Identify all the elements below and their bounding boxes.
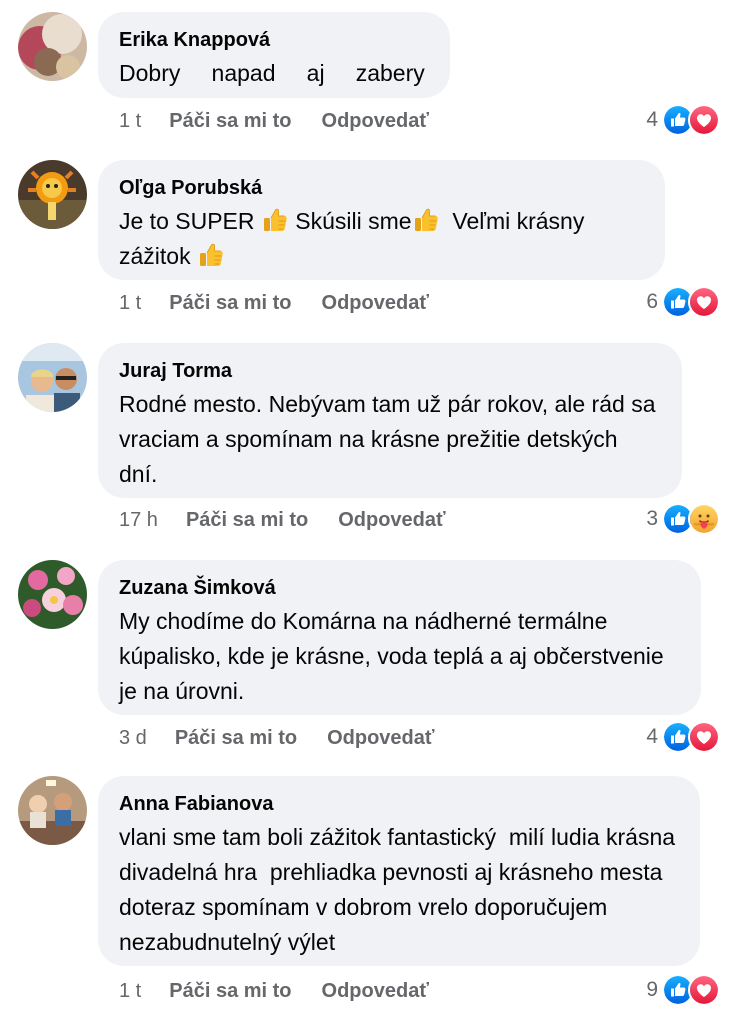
comment-bubble: Erika Knappová Dobry napad aj zabery	[98, 12, 450, 98]
comment-time[interactable]: 1 t	[119, 109, 141, 133]
comment-actions: 1 t Páči sa mi to Odpovedať	[119, 979, 429, 1003]
avatar[interactable]	[18, 560, 87, 629]
love-icon	[688, 286, 720, 318]
comment-actions: 3 d Páči sa mi to Odpovedať	[119, 726, 434, 750]
comment-author[interactable]: Oľga Porubská	[119, 176, 643, 200]
love-icon	[688, 721, 720, 753]
comment-author[interactable]: Erika Knappová	[119, 28, 428, 52]
avatar[interactable]	[18, 12, 87, 81]
reaction-count: 4	[646, 725, 658, 748]
avatar[interactable]	[18, 776, 87, 845]
love-icon	[688, 974, 720, 1006]
like-button[interactable]: Páči sa mi to	[169, 979, 291, 1003]
comment-time[interactable]: 1 t	[119, 291, 141, 315]
comment-text: Rodné mesto. Nebývam tam už pár rokov, a…	[119, 391, 662, 487]
care-icon	[688, 503, 720, 535]
reaction-summary[interactable]: 4	[646, 721, 720, 753]
comment-time[interactable]: 3 d	[119, 726, 147, 750]
avatar[interactable]	[18, 160, 87, 229]
comment-bubble: Anna Fabianova vlani sme tam boli zážito…	[98, 776, 700, 966]
comment-text-part: Skúsili sme	[288, 208, 412, 234]
reaction-summary[interactable]: 4	[646, 104, 720, 136]
comment-bubble: Oľga Porubská Je to SUPER Skúsili sme Ve…	[98, 160, 665, 280]
comment-time[interactable]: 1 t	[119, 979, 141, 1003]
reaction-count: 3	[646, 507, 658, 530]
avatar[interactable]	[18, 343, 87, 412]
comment-author[interactable]: Anna Fabianova	[119, 792, 678, 816]
thumbs-up-emoji-icon	[197, 241, 225, 269]
reply-button[interactable]: Odpovedať	[322, 109, 429, 133]
reaction-summary[interactable]: 6	[646, 286, 720, 318]
reply-button[interactable]: Odpovedať	[327, 726, 434, 750]
like-button[interactable]: Páči sa mi to	[169, 109, 291, 133]
reaction-count: 9	[646, 978, 658, 1001]
reply-button[interactable]: Odpovedať	[322, 291, 429, 315]
comment-bubble: Juraj Torma Rodné mesto. Nebývam tam už …	[98, 343, 682, 498]
comment-time[interactable]: 17 h	[119, 508, 158, 532]
thumbs-up-emoji-icon	[412, 206, 440, 234]
reaction-count: 6	[646, 290, 658, 313]
comment-text: vlani sme tam boli zážitok fantastický m…	[119, 824, 682, 955]
comment-author[interactable]: Zuzana Šimková	[119, 576, 679, 600]
love-icon	[688, 104, 720, 136]
comment-text-part: Je to SUPER	[119, 208, 261, 234]
comment-text: Dobry napad aj zabery	[119, 60, 425, 86]
reaction-summary[interactable]: 9	[646, 974, 720, 1006]
reply-button[interactable]: Odpovedať	[322, 979, 429, 1003]
thumbs-up-emoji-icon	[261, 206, 289, 234]
reply-button[interactable]: Odpovedať	[338, 508, 445, 532]
comment-actions: 1 t Páči sa mi to Odpovedať	[119, 291, 429, 315]
like-button[interactable]: Páči sa mi to	[186, 508, 308, 532]
comment-text: My chodíme do Komárna na nádherné termál…	[119, 608, 671, 704]
comment-text: Je to SUPER Skúsili sme Veľmi krásny záž…	[119, 204, 643, 274]
comment-author[interactable]: Juraj Torma	[119, 359, 660, 383]
like-button[interactable]: Páči sa mi to	[169, 291, 291, 315]
reaction-summary[interactable]: 3	[646, 503, 720, 535]
comment-bubble: Zuzana Šimková My chodíme do Komárna na …	[98, 560, 701, 715]
comment-actions: 1 t Páči sa mi to Odpovedať	[119, 109, 429, 133]
reaction-count: 4	[646, 108, 658, 131]
comment-actions: 17 h Páči sa mi to Odpovedať	[119, 508, 446, 532]
like-button[interactable]: Páči sa mi to	[175, 726, 297, 750]
